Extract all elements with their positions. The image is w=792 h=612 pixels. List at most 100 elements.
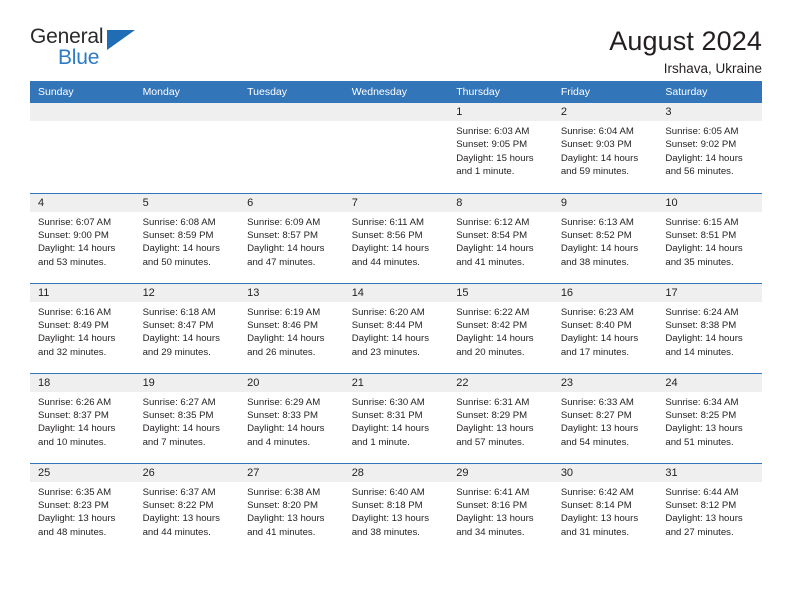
calendar-day-cell[interactable]: 30 Sunrise: 6:42 AM Sunset: 8:14 PM Dayligh… <box>552 462 658 553</box>
calendar-day-cell[interactable]: 1 Sunrise: 6:03 AM Sunset: 9:05 PM Daylight… <box>448 103 553 193</box>
logo-text-general: General <box>30 25 104 48</box>
day-number: 2 <box>552 103 658 121</box>
calendar-day-cell[interactable]: 4 Sunrise: 6:07 AM Sunset: 9:00 PM Daylight… <box>30 192 135 283</box>
calendar-day-cell[interactable]: 7 Sunrise: 6:11 AM Sunset: 8:56 PM Daylight… <box>343 192 449 283</box>
sunrise-text: Sunrise: 6:08 AM <box>142 216 216 228</box>
day-info: Sunrise: 6:40 AM Sunset: 8:18 PM Daylight:… <box>344 482 449 540</box>
daylight-text-line1: Daylight: 13 hours <box>665 423 743 435</box>
daylight-text-line2: and 41 minutes. <box>456 256 525 268</box>
calendar-day-cell[interactable]: 27 Sunrise: 6:38 AM Sunset: 8:20 PM Dayligh… <box>239 462 344 554</box>
calendar-day-cell[interactable]: 8 Sunrise: 6:12 AM Sunset: 8:54 PM Daylight… <box>448 192 553 283</box>
calendar-day-cell[interactable]: 17 Sunrise: 6:24 AM Sunset: 8:38 PM Dayligh… <box>657 282 762 373</box>
calendar-day-cell[interactable]: 26 Sunrise: 6:37 AM Sunset: 8:22 PM Dayligh… <box>134 462 240 554</box>
day-number: 18 <box>30 373 135 392</box>
calendar-day-cell[interactable]: 10 Sunrise: 6:15 AM Sunset: 8:51 PM Dayligh… <box>657 192 762 283</box>
day-info: Sunrise: 6:07 AM Sunset: 9:00 PM Daylight:… <box>30 212 135 270</box>
calendar-day-cell[interactable]: 20 Sunrise: 6:29 AM Sunset: 8:33 PM Dayligh… <box>239 372 344 463</box>
day-number: 31 <box>657 463 762 482</box>
sunset-text: Sunset: 9:03 PM <box>560 139 632 151</box>
calendar-day-cell[interactable]: 21 Sunrise: 6:30 AM Sunset: 8:31 PM Dayligh… <box>343 372 449 463</box>
daylight-text-line2: and 47 minutes. <box>247 256 316 268</box>
calendar-day-cell[interactable]: 5 Sunrise: 6:08 AM Sunset: 8:59 PM Daylight… <box>134 192 240 283</box>
daylight-text-line1: Daylight: 14 hours <box>560 152 639 164</box>
day-cell-content: 2 Sunrise: 6:04 AM Sunset: 9:03 PM Daylight… <box>552 103 658 193</box>
day-info: Sunrise: 6:34 AM Sunset: 8:25 PM Daylight:… <box>657 392 762 450</box>
calendar-day-cell[interactable] <box>343 103 449 193</box>
sunrise-text: Sunrise: 6:03 AM <box>456 126 530 137</box>
day-info: Sunrise: 6:20 AM Sunset: 8:44 PM Daylight:… <box>344 302 449 360</box>
sunset-text: Sunset: 8:38 PM <box>665 319 737 331</box>
calendar-day-cell[interactable]: 2 Sunrise: 6:04 AM Sunset: 9:03 PM Daylight… <box>552 103 658 193</box>
day-info: Sunrise: 6:08 AM Sunset: 8:59 PM Daylight:… <box>135 212 240 270</box>
daylight-text-line1: Daylight: 13 hours <box>38 513 116 525</box>
generalblue-logo[interactable]: General Blue <box>30 26 140 74</box>
sunrise-text: Sunrise: 6:33 AM <box>560 396 634 408</box>
sunrise-text: Sunrise: 6:12 AM <box>456 216 530 228</box>
sunrise-text: Sunrise: 6:15 AM <box>665 216 739 228</box>
day-info: Sunrise: 6:26 AM Sunset: 8:37 PM Daylight:… <box>30 392 135 450</box>
day-cell-content: 5 Sunrise: 6:08 AM Sunset: 8:59 PM Daylight… <box>134 193 240 283</box>
calendar-day-cell[interactable]: 12 Sunrise: 6:18 AM Sunset: 8:47 PM Dayligh… <box>134 282 240 373</box>
day-info: Sunrise: 6:27 AM Sunset: 8:35 PM Daylight:… <box>135 392 240 450</box>
calendar-day-cell[interactable]: 24 Sunrise: 6:34 AM Sunset: 8:25 PM Dayligh… <box>657 372 762 463</box>
calendar-day-cell[interactable]: 14 Sunrise: 6:20 AM Sunset: 8:44 PM Dayligh… <box>343 282 449 373</box>
day-cell-content: 9 Sunrise: 6:13 AM Sunset: 8:52 PM Daylight… <box>552 193 658 283</box>
day-cell-content: 6 Sunrise: 6:09 AM Sunset: 8:57 PM Daylight… <box>239 193 344 283</box>
day-number: 6 <box>239 193 344 212</box>
daylight-text-line2: and 1 minute. <box>456 166 515 178</box>
day-cell-content: 21 Sunrise: 6:30 AM Sunset: 8:31 PM Dayligh… <box>343 373 449 463</box>
calendar-day-cell[interactable] <box>239 103 344 193</box>
sunset-text: Sunset: 8:40 PM <box>560 319 632 331</box>
sunrise-text: Sunrise: 6:34 AM <box>665 396 739 408</box>
calendar-day-cell[interactable]: 13 Sunrise: 6:19 AM Sunset: 8:46 PM Dayligh… <box>239 282 344 373</box>
day-info: Sunrise: 6:31 AM Sunset: 8:29 PM Daylight:… <box>448 392 553 450</box>
daylight-text-line2: and 23 minutes. <box>351 346 420 358</box>
daylight-text-line1: Daylight: 14 hours <box>142 423 220 435</box>
sunset-text: Sunset: 8:14 PM <box>560 499 632 511</box>
day-number: 22 <box>448 373 553 392</box>
calendar-day-cell[interactable]: 31 Sunrise: 6:44 AM Sunset: 8:12 PM Dayligh… <box>657 462 762 553</box>
calendar-day-cell[interactable]: 3 Sunrise: 6:05 AM Sunset: 9:02 PM Daylight… <box>657 103 762 193</box>
daylight-text-line2: and 38 minutes. <box>560 256 630 268</box>
calendar-day-cell[interactable] <box>30 103 135 193</box>
calendar-day-cell[interactable]: 18 Sunrise: 6:26 AM Sunset: 8:37 PM Dayligh… <box>30 372 135 463</box>
day-info: Sunrise: 6:19 AM Sunset: 8:46 PM Daylight:… <box>239 302 344 360</box>
sunrise-text: Sunrise: 6:22 AM <box>456 306 530 318</box>
calendar-day-cell[interactable]: 25 Sunrise: 6:35 AM Sunset: 8:23 PM Dayligh… <box>30 462 135 553</box>
calendar-day-cell[interactable]: 15 Sunrise: 6:22 AM Sunset: 8:42 PM Dayligh… <box>448 282 553 373</box>
calendar-day-cell[interactable]: 29 Sunrise: 6:41 AM Sunset: 8:16 PM Dayligh… <box>448 462 553 553</box>
daylight-text-line1: Daylight: 13 hours <box>456 423 534 435</box>
weekday-header-thursday: Thursday <box>448 81 553 103</box>
day-number: 28 <box>343 463 449 482</box>
daylight-text-line1: Daylight: 14 hours <box>665 152 743 164</box>
day-cell-content: 27 Sunrise: 6:38 AM Sunset: 8:20 PM Dayligh… <box>239 463 344 554</box>
calendar-day-cell[interactable]: 6 Sunrise: 6:09 AM Sunset: 8:57 PM Daylight… <box>239 192 344 283</box>
calendar-day-cell[interactable]: 19 Sunrise: 6:27 AM Sunset: 8:35 PM Dayligh… <box>134 372 240 463</box>
sunset-text: Sunset: 8:29 PM <box>456 409 528 421</box>
sunset-text: Sunset: 8:56 PM <box>351 229 423 241</box>
weekday-header-saturday: Saturday <box>657 81 762 103</box>
calendar-day-cell[interactable]: 23 Sunrise: 6:33 AM Sunset: 8:27 PM Dayligh… <box>552 372 658 463</box>
calendar-day-cell[interactable]: 22 Sunrise: 6:31 AM Sunset: 8:29 PM Dayligh… <box>448 372 553 463</box>
calendar-day-cell[interactable] <box>134 103 240 193</box>
logo-text-blue: Blue <box>58 46 100 69</box>
day-info: Sunrise: 6:12 AM Sunset: 8:54 PM Daylight:… <box>448 212 553 270</box>
day-number: 27 <box>239 463 344 482</box>
daylight-text-line1: Daylight: 13 hours <box>247 513 325 525</box>
sunrise-text: Sunrise: 6:24 AM <box>665 306 739 318</box>
day-cell-content: 8 Sunrise: 6:12 AM Sunset: 8:54 PM Daylight… <box>448 193 553 283</box>
sunset-text: Sunset: 9:05 PM <box>456 139 528 151</box>
calendar-day-cell[interactable]: 28 Sunrise: 6:40 AM Sunset: 8:18 PM Dayligh… <box>343 462 449 553</box>
day-cell-content <box>30 103 135 193</box>
daylight-text-line1: Daylight: 14 hours <box>142 243 220 255</box>
calendar-day-cell[interactable]: 9 Sunrise: 6:13 AM Sunset: 8:52 PM Daylight… <box>552 192 658 283</box>
sunset-text: Sunset: 8:52 PM <box>560 229 632 241</box>
daylight-text-line2: and 35 minutes. <box>665 256 734 268</box>
calendar-day-cell[interactable]: 11 Sunrise: 6:16 AM Sunset: 8:49 PM Dayligh… <box>30 282 135 373</box>
daylight-text-line2: and 54 minutes. <box>560 436 630 448</box>
day-info: Sunrise: 6:23 AM Sunset: 8:40 PM Daylight:… <box>553 302 658 360</box>
day-info: Sunrise: 6:03 AM Sunset: 9:05 PM Daylight:… <box>448 121 553 179</box>
sunrise-text: Sunrise: 6:09 AM <box>247 216 321 228</box>
day-cell-content: 26 Sunrise: 6:37 AM Sunset: 8:22 PM Dayligh… <box>134 463 240 554</box>
calendar-day-cell[interactable]: 16 Sunrise: 6:23 AM Sunset: 8:40 PM Dayligh… <box>552 282 658 373</box>
